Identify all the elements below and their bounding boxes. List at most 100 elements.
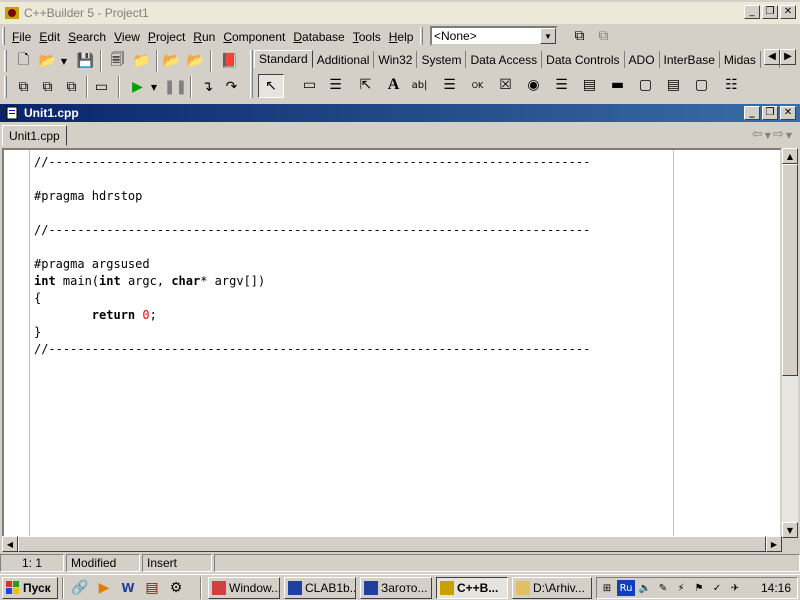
taskbar-item-arhiv[interactable]: D:\Arhiv... [512,577,592,599]
code-line[interactable] [34,171,590,188]
palette-grip[interactable] [250,50,253,98]
code-line[interactable]: #pragma argsused [34,256,590,273]
toggle-form-unit-icon[interactable]: ⧉ [60,76,83,98]
minimize-button[interactable]: _ [744,5,760,19]
open-folder-icon[interactable]: 📂 [36,50,59,72]
tray-app-icon[interactable]: ⚑ [691,580,707,596]
remove-from-project-icon[interactable]: 📂 [184,50,207,72]
chevron-down-icon[interactable]: ▼ [786,127,792,142]
new-file-icon[interactable]: 🗋 [12,50,35,72]
tab-unit1-cpp[interactable]: Unit1.cpp [2,125,67,146]
code-line[interactable]: //--------------------------------------… [34,222,590,239]
save-all-icon[interactable]: 🗐 [106,50,129,72]
editor-title-bar[interactable]: Unit1.cpp _ ❐ ✕ [0,104,800,122]
menu-edit[interactable]: Edit [35,30,64,44]
taskbar-item-zagoto[interactable]: Загото... [360,577,432,599]
view-form-icon[interactable]: ⧉ [36,76,59,98]
close-button[interactable]: ✕ [780,5,796,19]
combo-grip[interactable] [420,27,423,45]
palette-tab-system[interactable]: System [417,51,467,68]
editor-gutter[interactable] [4,150,30,536]
quicklaunch-word-icon[interactable]: W [118,577,138,599]
taskbar-item-cppbuilder[interactable]: C++B... [436,577,508,599]
palette-tab-midas[interactable]: Midas [720,51,761,68]
code-line[interactable]: return 0; [34,307,590,324]
radiobutton-component-icon[interactable]: ◉ [522,74,545,96]
restore-button[interactable]: ❐ [762,5,778,19]
palette-tab-data-access[interactable]: Data Access [466,51,543,68]
palette-tab-standard[interactable]: Standard [254,50,313,68]
code-editor[interactable]: //--------------------------------------… [2,148,782,538]
run-icon[interactable]: ▶ [126,76,149,98]
start-button[interactable]: Пуск [2,577,58,599]
code-line[interactable]: //--------------------------------------… [34,154,590,171]
project-combo[interactable]: <None> ▼ [430,26,558,46]
editor-minimize-button[interactable]: _ [744,106,760,120]
add-to-project-icon[interactable]: 📂 [160,50,183,72]
scroll-down-icon[interactable]: ▼ [782,522,798,538]
new-form-icon[interactable]: ▭ [90,76,113,98]
listbox-component-icon[interactable]: ☰ [550,74,573,96]
scroll-right-icon[interactable]: ▶ [780,49,796,65]
combobox-component-icon[interactable]: ▤ [578,74,601,96]
popupmenu-component-icon[interactable]: ☰ [324,74,347,96]
toolbar-grip[interactable] [4,76,7,98]
view-unit-icon[interactable]: ⧉ [12,76,35,98]
menu-database[interactable]: Database [289,30,348,44]
checkbox-component-icon[interactable]: ☒ [494,74,517,96]
trace-into-icon[interactable]: ↴ [196,76,219,98]
memo-component-icon[interactable]: ☰ [438,74,461,96]
radiogroup-component-icon[interactable]: ▤ [662,74,685,96]
language-indicator[interactable]: Ru [617,580,635,596]
source-code[interactable]: //--------------------------------------… [34,154,590,358]
code-line[interactable]: { [34,290,590,307]
menu-view[interactable]: View [110,30,144,44]
open-project-icon[interactable]: 📁 [130,50,153,72]
taskbar-item-clab1b[interactable]: CLAB1b... [284,577,356,599]
help-book-icon[interactable]: 📕 [218,50,241,72]
code-line[interactable]: } [34,324,590,341]
scroll-right-icon[interactable]: ▶ [766,536,782,552]
editor-restore-button[interactable]: ❐ [762,106,778,120]
menubar-grip[interactable] [2,27,5,45]
menu-help[interactable]: Help [385,30,418,44]
save-icon[interactable]: 💾 [74,50,97,72]
quicklaunch-app-icon[interactable]: ⚙ [166,577,186,599]
palette-tab-ado[interactable]: ADO [625,51,660,68]
window-list-icon[interactable]: ⧉ [568,25,591,47]
scroll-left-icon[interactable]: ◀ [2,536,18,552]
tray-app-icon[interactable]: ⚡ [673,580,689,596]
tray-app-icon[interactable]: ✈ [727,580,743,596]
app-title-bar[interactable]: C++Builder 5 - Project1 _ ❐ ✕ [0,2,800,24]
menu-file[interactable]: File [8,30,35,44]
button-component-icon[interactable]: OK [466,74,489,96]
code-line[interactable]: int main(int argc, char* argv[]) [34,273,590,290]
palette-tab-additional[interactable]: Additional [313,51,375,68]
step-over-icon[interactable]: ↷ [220,76,243,98]
actionlist-component-icon[interactable]: ☷ [720,74,743,96]
tray-app-icon[interactable]: ✎ [655,580,671,596]
back-arrow-icon[interactable]: ⇦ [752,127,763,142]
menu-search[interactable]: Search [64,30,110,44]
horizontal-scrollbar[interactable]: ◀ ▶ [2,536,782,552]
chevron-down-icon[interactable]: ▼ [148,76,160,98]
vertical-scrollbar[interactable]: ▲ ▼ [782,148,798,538]
tray-app-icon[interactable]: ✓ [709,580,725,596]
scroll-left-icon[interactable]: ◀ [764,49,780,65]
toolbar-grip[interactable] [4,50,7,72]
code-line[interactable]: //--------------------------------------… [34,341,590,358]
code-line[interactable]: #pragma hdrstop [34,188,590,205]
pause-icon[interactable]: ❚❚ [164,76,187,98]
vertical-scroll-thumb[interactable] [782,164,798,376]
editor-close-button[interactable]: ✕ [780,106,796,120]
horizontal-scroll-thumb[interactable] [18,536,766,552]
scrollbar-component-icon[interactable]: ▬ [606,74,629,96]
chevron-down-icon[interactable]: ▼ [58,50,70,72]
network-icon[interactable]: ⊞ [599,580,615,596]
pointer-arrow-icon[interactable]: ↖ [258,74,284,98]
cursor-component-icon[interactable]: ⇱ [354,74,377,96]
panel-component-icon[interactable]: ▢ [690,74,713,96]
label-component-icon[interactable]: A [382,74,405,96]
code-line[interactable] [34,239,590,256]
palette-tab-data-controls[interactable]: Data Controls [542,51,625,68]
